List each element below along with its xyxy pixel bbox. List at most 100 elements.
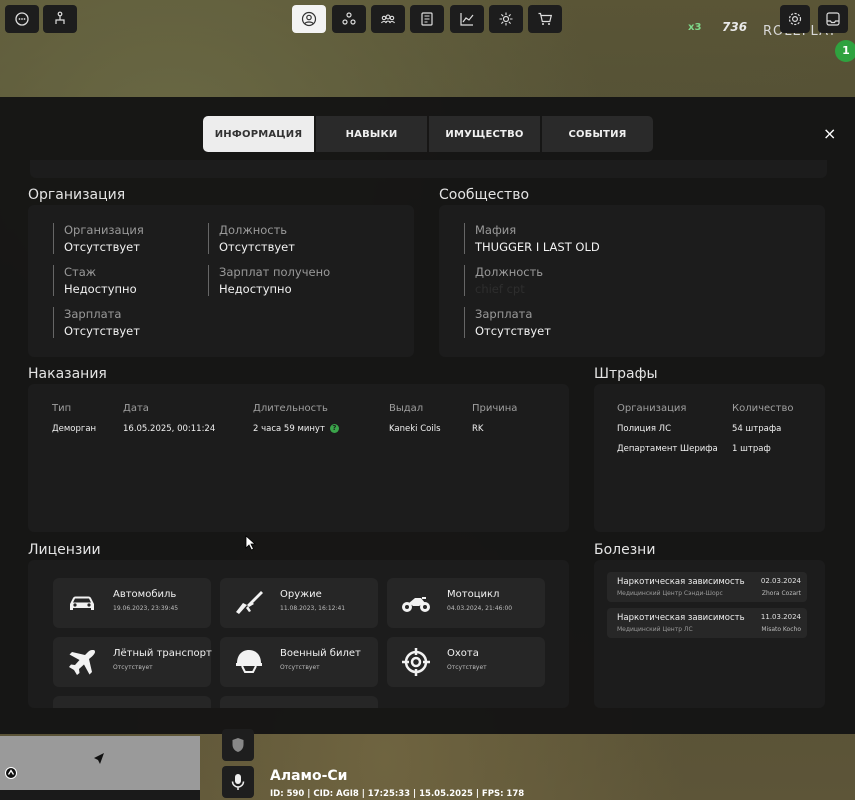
chat-button[interactable] — [5, 5, 39, 33]
field-value: chief cpt — [475, 282, 525, 296]
hud-multiplier: x3 — [688, 22, 702, 33]
hierarchy-icon — [55, 11, 65, 24]
north-icon — [5, 767, 17, 779]
fine-org: Полиция ЛС — [617, 424, 672, 434]
disease-doctor: Zhora Cozart — [761, 590, 801, 597]
tab-skills[interactable]: НАВЫКИ — [316, 116, 427, 152]
settings-menu-button[interactable] — [489, 5, 523, 33]
group-button[interactable] — [371, 5, 405, 33]
group-icon — [381, 14, 395, 24]
column-header: Тип — [52, 403, 72, 414]
tab-information[interactable]: ИНФОРМАЦИЯ — [203, 116, 314, 152]
close-button[interactable]: × — [823, 124, 836, 143]
punishment-duration: 2 часа 59 минут — [253, 424, 325, 434]
column-header: Количество — [732, 403, 794, 414]
shop-button[interactable] — [528, 5, 562, 33]
shield-icon — [232, 738, 244, 752]
player-info-line: ID: 590 | CID: AGI8 | 17:25:33 | 15.05.2… — [270, 789, 525, 799]
panel-tabs: ИНФОРМАЦИЯ НАВЫКИ ИМУЩЕСТВО СОБЫТИЯ — [203, 116, 653, 152]
disease-doctor: Misato Kocho — [761, 626, 801, 633]
stats-button[interactable] — [450, 5, 484, 33]
license-military[interactable]: Военный билет Отсутствует — [220, 637, 378, 687]
location-name: Аламо-Си — [270, 768, 348, 784]
microphone-icon — [231, 774, 245, 790]
helmet-icon — [232, 648, 266, 676]
disease-clinic: Медицинский Центр ЛС — [617, 626, 693, 633]
notification-badge: 1 — [835, 40, 855, 62]
documents-button[interactable] — [410, 5, 444, 33]
license-motorcycle[interactable]: Мотоцикл 04.03.2024, 21:46:00 — [387, 578, 545, 628]
license-name: Лётный транспорт — [113, 648, 212, 659]
community-position-field: Должность chief cpt — [464, 265, 543, 296]
org-salary-field: Зарплата Отсутствует — [53, 307, 140, 338]
motorcycle-icon — [399, 589, 433, 617]
column-header: Дата — [123, 403, 149, 414]
punishment-duration-cell: 2 часа 59 минут? — [253, 424, 339, 434]
rifle-icon — [232, 589, 266, 617]
field-value: THUGGER I LAST OLD — [475, 240, 600, 254]
player-arrow-icon — [94, 753, 104, 764]
diseases-title: Болезни — [594, 542, 656, 558]
network-icon — [342, 12, 356, 25]
org-position-field: Должность Отсутствует — [208, 223, 295, 254]
settings-button[interactable] — [780, 5, 810, 33]
panel-top-strip — [30, 160, 827, 178]
community-mafia-field: Мафия THUGGER I LAST OLD — [464, 223, 600, 254]
license-name: Оружие — [280, 589, 322, 600]
column-header: Выдал — [389, 403, 424, 414]
punishment-type: Деморган — [52, 424, 97, 434]
license-weapon[interactable]: Оружие 11.08.2023, 16:12:41 — [220, 578, 378, 628]
license-partial — [53, 696, 211, 708]
gear-icon — [788, 12, 802, 26]
hierarchy-button[interactable] — [43, 5, 77, 33]
fines-title: Штрафы — [594, 366, 658, 382]
crosshair-icon — [399, 648, 433, 676]
field-label: Стаж — [64, 265, 97, 279]
disease-clinic: Медицинский Центр Сэнди-Шорс — [617, 590, 723, 597]
license-date: 04.03.2024, 21:46:00 — [447, 605, 513, 612]
field-value: Отсутствует — [64, 240, 140, 254]
field-value: Отсутствует — [475, 324, 551, 338]
mouse-cursor-icon — [245, 535, 257, 551]
license-name: Мотоцикл — [447, 589, 500, 600]
community-title: Сообщество — [439, 187, 530, 203]
license-partial — [220, 696, 378, 708]
field-label: Зарплата — [64, 307, 122, 321]
field-label: Должность — [475, 265, 544, 279]
punishments-title: Наказания — [28, 366, 107, 382]
fine-org: Департамент Шерифа — [617, 444, 718, 454]
field-value: Недоступно — [219, 282, 292, 296]
tab-property[interactable]: ИМУЩЕСТВО — [429, 116, 540, 152]
microphone-button[interactable] — [222, 766, 254, 798]
organization-title: Организация — [28, 187, 126, 203]
license-aviation[interactable]: Лётный транспорт Отсутствует — [53, 637, 212, 687]
field-value: Отсутствует — [64, 324, 140, 338]
license-hunting[interactable]: Охота Отсутствует — [387, 637, 545, 687]
license-name: Автомобиль — [113, 589, 177, 600]
license-car[interactable]: Автомобиль 19.06.2023, 23:39:45 — [53, 578, 211, 628]
license-date: Отсутствует — [113, 664, 153, 671]
disease-date: 02.03.2024 — [760, 577, 801, 585]
profile-button[interactable] — [292, 5, 326, 33]
license-date: 11.08.2023, 16:12:41 — [280, 605, 346, 612]
punishment-date: 16.05.2025, 00:11:24 — [123, 424, 216, 434]
inbox-button[interactable] — [818, 5, 848, 33]
column-header: Организация — [617, 403, 687, 414]
inbox-icon — [826, 12, 840, 26]
disease-name: Наркотическая зависимость — [617, 577, 745, 587]
community-salary-field: Зарплата Отсутствует — [464, 307, 551, 338]
license-date: Отсутствует — [280, 664, 320, 671]
chart-icon — [460, 13, 474, 26]
tab-events[interactable]: СОБЫТИЯ — [542, 116, 653, 152]
family-button[interactable] — [332, 5, 366, 33]
org-salary-received-field: Зарплат получено Недоступно — [208, 265, 330, 296]
field-value: Недоступно — [64, 282, 137, 296]
sun-gear-icon — [499, 12, 513, 26]
hud-count: 736 — [722, 20, 748, 34]
help-icon[interactable]: ? — [329, 424, 339, 433]
field-value: Отсутствует — [219, 240, 295, 254]
cart-icon — [538, 12, 553, 25]
safezone-button — [222, 729, 254, 761]
field-label: Организация — [64, 223, 144, 237]
document-icon — [421, 12, 433, 26]
